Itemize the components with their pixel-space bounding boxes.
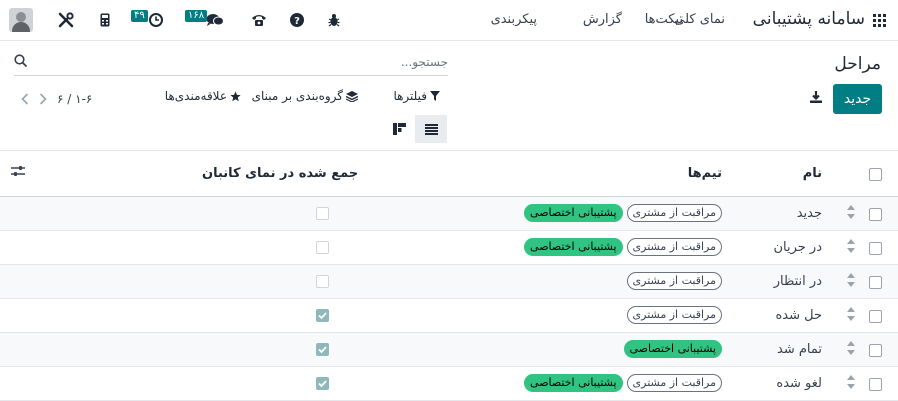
teams-cell[interactable]: پشتیبانی اختصاصی [623,340,722,358]
column-fold-header[interactable]: جمع شده در نمای کانبان [202,166,358,181]
layers-icon [346,90,358,102]
row-checkbox[interactable] [869,344,882,357]
menu-item-overview[interactable]: نمای کلی [674,12,725,27]
app-name[interactable]: سامانه پشتیبانی [753,9,865,29]
stage-name[interactable]: در جریان [773,240,822,255]
row-checkbox[interactable] [869,310,882,323]
table-row[interactable]: در انتظار مراقبت از مشتری [0,265,898,299]
bug-icon[interactable] [324,10,344,30]
download-icon[interactable] [809,90,823,104]
team-tag: مراقبت از مشتری [626,374,722,392]
filter-icon [430,91,440,101]
team-tag: پشتیبانی اختصاصی [524,238,623,256]
row-checkbox[interactable] [869,208,882,221]
column-name-header[interactable]: نام [803,166,822,181]
table-row[interactable]: جدید مراقبت از مشتری پشتیبانی اختصاصی [0,197,898,231]
user-avatar[interactable] [9,8,33,32]
folded-checkbox[interactable] [316,207,329,220]
app-menu-icon[interactable] [873,14,886,27]
team-tag: پشتیبانی اختصاصی [524,204,623,222]
table-row[interactable]: در جریان مراقبت از مشتری پشتیبانی اختصاصی [0,231,898,265]
stage-name[interactable]: لغو شده [776,376,822,391]
menu-item-reporting[interactable]: گزارش [583,12,622,27]
clock-icon[interactable] [146,10,166,30]
table-row[interactable]: حل شده مراقبت از مشتری [0,299,898,333]
messages-count-badge: ۱۶۸ [185,10,208,22]
folded-checkbox[interactable] [316,343,329,356]
table-header: نام تیم‌ها جمع شده در نمای کانبان [0,150,898,197]
row-checkbox[interactable] [869,276,882,289]
teams-cell[interactable]: مراقبت از مشتری پشتیبانی اختصاصی [524,204,722,222]
filters-label: فیلترها [393,89,427,103]
optional-columns-icon[interactable] [11,165,25,179]
team-tag: پشتیبانی اختصاصی [524,374,623,392]
stage-name[interactable]: حل شده [775,308,822,323]
folded-checkbox[interactable] [316,275,329,288]
drag-handle-icon[interactable] [846,205,856,219]
teams-cell[interactable]: مراقبت از مشتری [626,272,722,290]
team-tag: مراقبت از مشتری [626,238,722,256]
drag-handle-icon[interactable] [846,273,856,287]
pager: ۱-۶ / ۶ [21,90,92,108]
drag-handle-icon[interactable] [846,375,856,389]
phone-icon[interactable] [95,10,115,30]
teams-cell[interactable]: مراقبت از مشتری پشتیبانی اختصاصی [524,238,722,256]
search-options: فیلترها گروه‌بندی بر مبنای علاقه‌مندی‌ها [158,89,440,107]
teams-cell[interactable]: مراقبت از مشتری [626,306,722,324]
pager-value[interactable]: ۱-۶ / ۶ [57,92,92,106]
telephone-icon[interactable] [249,10,269,30]
folded-checkbox[interactable] [316,241,329,254]
search-icon[interactable] [14,54,27,67]
stage-name[interactable]: در انتظار [774,274,822,289]
chat-icon[interactable] [205,10,225,30]
folded-checkbox[interactable] [316,309,329,322]
drag-handle-icon[interactable] [846,307,856,321]
stage-name[interactable]: جدید [797,206,822,221]
team-tag: مراقبت از مشتری [626,306,722,324]
team-tag: پشتیبانی اختصاصی [623,340,722,358]
column-teams-header[interactable]: تیم‌ها [688,166,722,181]
page-title: مراحل [834,54,881,74]
list-view-button[interactable] [415,115,447,143]
kanban-view-button[interactable] [383,115,415,143]
activity-count-badge: ۴۹ [131,10,148,22]
row-checkbox[interactable] [869,242,882,255]
groupby-label: گروه‌بندی بر مبنای [251,89,343,103]
folded-checkbox[interactable] [316,377,329,390]
stage-name[interactable]: تمام شد [777,342,822,357]
menu-item-configuration[interactable]: پیکربندی [491,12,537,27]
favorites-button[interactable]: علاقه‌مندی‌ها [165,89,241,103]
kanban-icon [392,123,406,135]
new-button[interactable]: جدید [833,84,882,114]
table-row[interactable]: تمام شد پشتیبانی اختصاصی [0,333,898,367]
chevron-left-icon[interactable] [21,93,29,105]
chevron-right-icon[interactable] [39,93,47,105]
team-tag: مراقبت از مشتری [626,272,722,290]
groupby-button[interactable]: گروه‌بندی بر مبنای [252,89,358,103]
drag-handle-icon[interactable] [846,239,856,253]
drag-handle-icon[interactable] [846,341,856,355]
team-tag: مراقبت از مشتری [626,204,722,222]
select-all-checkbox[interactable] [869,168,882,181]
top-navbar: ۴۹ ۱۶۸ ? پیکربندی گزارش تیکت‌ها نمای کلی… [0,0,898,41]
search-bar [14,50,448,76]
svg-text:?: ? [294,16,300,27]
table-row[interactable]: لغو شده مراقبت از مشتری پشتیبانی اختصاصی [0,367,898,401]
help-icon[interactable]: ? [287,10,307,30]
filters-button[interactable]: فیلترها [393,89,440,103]
search-input[interactable] [48,52,448,72]
teams-cell[interactable]: مراقبت از مشتری پشتیبانی اختصاصی [524,374,722,392]
list-icon [424,123,438,135]
row-checkbox[interactable] [869,378,882,391]
star-icon [230,90,241,101]
tools-icon[interactable] [56,10,76,30]
favorites-label: علاقه‌مندی‌ها [164,89,227,103]
view-switcher [383,115,447,143]
